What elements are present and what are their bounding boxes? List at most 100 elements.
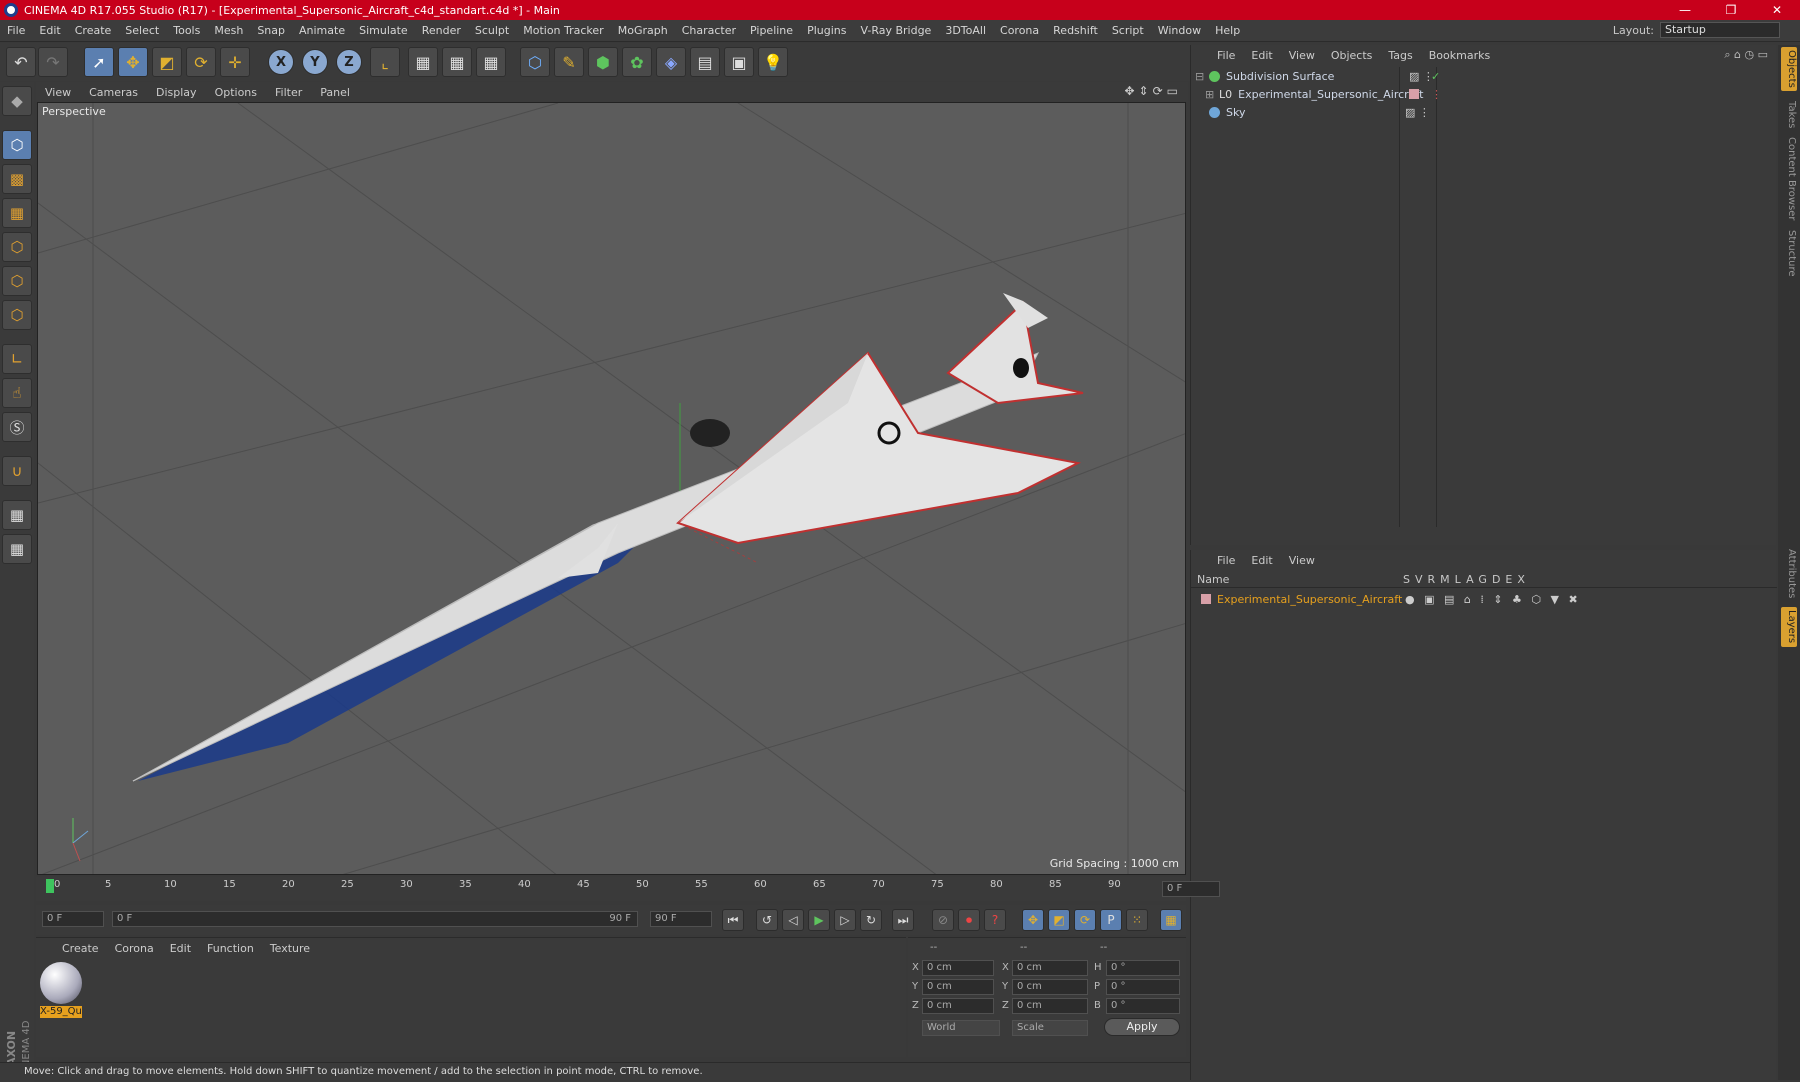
menu-pipeline[interactable]: Pipeline <box>743 24 800 37</box>
points-mode-icon[interactable]: ⬡ <box>2 232 32 262</box>
menu-help[interactable]: Help <box>1208 24 1247 37</box>
perspective-viewport[interactable]: Perspective Grid Spacing : 1000 cm <box>37 102 1186 875</box>
key-position-icon[interactable]: ✥ <box>1022 909 1044 931</box>
menu-mograph[interactable]: MoGraph <box>611 24 675 37</box>
x-axis-lock-icon[interactable]: X <box>268 49 294 75</box>
go-to-end-icon[interactable]: ⏭ <box>892 909 914 931</box>
mograph-cloner-icon[interactable]: ✿ <box>622 47 652 77</box>
menu-3dtoall[interactable]: 3DToAll <box>938 24 993 37</box>
record-keys-icon[interactable]: ⊘ <box>932 909 954 931</box>
next-key-icon[interactable]: ↻ <box>860 909 882 931</box>
obj-menu-bookmarks[interactable]: Bookmarks <box>1421 49 1498 62</box>
object-name[interactable]: Experimental_Supersonic_Aircraft <box>1238 88 1423 101</box>
texture-mode-icon[interactable]: ▩ <box>2 164 32 194</box>
menu-create[interactable]: Create <box>68 24 119 37</box>
tab-objects[interactable]: Objects <box>1781 47 1797 91</box>
expand-icon[interactable]: ⊞ <box>1205 88 1219 101</box>
size-x-field[interactable]: 0 cm <box>1012 960 1088 976</box>
object-row[interactable]: ⊟ Subdivision Surface ▨ ⋮ ✓ <box>1195 67 1775 85</box>
tab-layers[interactable]: Layers <box>1781 607 1797 647</box>
obj-search-icon[interactable]: ⌕ ⌂ ◷ ▭ <box>1724 48 1768 62</box>
object-visibility-toggle[interactable]: ▨ ⋮ <box>1405 106 1430 119</box>
make-editable-icon[interactable]: ◆ <box>2 86 32 116</box>
position-y-field[interactable]: 0 cm <box>922 979 994 995</box>
menu-sculpt[interactable]: Sculpt <box>468 24 516 37</box>
key-pla-icon[interactable]: ⁙ <box>1126 909 1148 931</box>
menu-redshift[interactable]: Redshift <box>1046 24 1105 37</box>
menu-select[interactable]: Select <box>118 24 166 37</box>
play-icon[interactable]: ▶ <box>808 909 830 931</box>
redo-icon[interactable]: ↷ <box>38 47 68 77</box>
maximize-button[interactable]: ❐ <box>1708 0 1754 20</box>
material-preview-sphere[interactable] <box>40 962 82 1004</box>
subdivision-surface-icon[interactable]: ⬢ <box>588 47 618 77</box>
apply-button[interactable]: Apply <box>1104 1018 1180 1036</box>
menu-tools[interactable]: Tools <box>166 24 207 37</box>
mat-menu-corona[interactable]: Corona <box>107 942 162 955</box>
object-row[interactable]: Sky ▨ ⋮ <box>1209 103 1775 121</box>
autokey-icon[interactable]: ⏺ <box>958 909 980 931</box>
edges-mode-icon[interactable]: ⬡ <box>2 266 32 296</box>
obj-menu-view[interactable]: View <box>1281 49 1323 62</box>
playhead[interactable] <box>46 879 54 893</box>
previous-key-icon[interactable]: ↺ <box>756 909 778 931</box>
obj-menu-tags[interactable]: Tags <box>1380 49 1420 62</box>
tab-takes[interactable]: Takes <box>1781 97 1797 133</box>
floor-object-icon[interactable]: ▤ <box>690 47 720 77</box>
viewport-menu-filter[interactable]: Filter <box>266 86 311 99</box>
layer-toggle-icons[interactable]: ● ▣ ▤ ⌂ ⁞ ⇕ ♣ ⬡ ▼ ✖ <box>1405 593 1581 606</box>
rotate-tool-icon[interactable]: ⟳ <box>186 47 216 77</box>
undo-icon[interactable]: ↶ <box>6 47 36 77</box>
object-name[interactable]: Sky <box>1226 106 1245 119</box>
scale-tool-icon[interactable]: ◩ <box>152 47 182 77</box>
rotation-b-field[interactable]: 0 ° <box>1106 998 1180 1014</box>
object-name[interactable]: Subdivision Surface <box>1226 70 1334 83</box>
start-frame-field[interactable]: 0 F <box>42 911 104 927</box>
grid-snap-icon[interactable]: ▦ <box>2 534 32 564</box>
menu-simulate[interactable]: Simulate <box>352 24 415 37</box>
tab-content-browser[interactable]: Content Browser <box>1781 137 1797 221</box>
layout-dropdown[interactable]: Startup <box>1660 22 1780 38</box>
workplane-mode-icon[interactable]: ▦ <box>2 198 32 228</box>
viewport-menu-cameras[interactable]: Cameras <box>80 86 147 99</box>
light-icon[interactable]: 💡 <box>758 47 788 77</box>
menu-edit[interactable]: Edit <box>32 24 67 37</box>
menu-script[interactable]: Script <box>1105 24 1151 37</box>
key-parameter-icon[interactable]: P <box>1100 909 1122 931</box>
mat-menu-texture[interactable]: Texture <box>262 942 318 955</box>
go-to-start-icon[interactable]: ⏮ <box>722 909 744 931</box>
end-frame-field[interactable]: 90 F <box>650 911 712 927</box>
position-x-field[interactable]: 0 cm <box>922 960 994 976</box>
timeline-window-icon[interactable]: ▦ <box>1160 909 1182 931</box>
model-mode-icon[interactable]: ⬡ <box>2 130 32 160</box>
spline-pen-icon[interactable]: ✎ <box>554 47 584 77</box>
viewport-menu-view[interactable]: View <box>36 86 80 99</box>
coordinate-system-icon[interactable]: ⌞ <box>370 47 400 77</box>
snap-magnet-icon[interactable]: ∪ <box>2 456 32 486</box>
obj-menu-objects[interactable]: Objects <box>1323 49 1381 62</box>
object-row[interactable]: ⊞ L0 Experimental_Supersonic_Aircraft ⋮ <box>1205 85 1775 103</box>
mat-menu-edit[interactable]: Edit <box>162 942 199 955</box>
size-y-field[interactable]: 0 cm <box>1012 979 1088 995</box>
timeline-ruler[interactable]: 0 5 10 15 20 25 30 35 40 45 50 55 60 65 … <box>36 877 1220 901</box>
key-scale-icon[interactable]: ◩ <box>1048 909 1070 931</box>
size-mode-dropdown[interactable]: Scale <box>1012 1020 1088 1036</box>
coordinate-system-dropdown[interactable]: World <box>922 1020 1000 1036</box>
previous-frame-icon[interactable]: ◁ <box>782 909 804 931</box>
tab-structure[interactable]: Structure <box>1781 227 1797 279</box>
render-view-icon[interactable]: ▦ <box>408 47 438 77</box>
collapse-icon[interactable]: ⊟ <box>1195 70 1209 83</box>
close-button[interactable]: ✕ <box>1754 0 1800 20</box>
axis-mode-icon[interactable]: ∟ <box>2 344 32 374</box>
obj-menu-file[interactable]: File <box>1209 49 1243 62</box>
rotation-p-field[interactable]: 0 ° <box>1106 979 1180 995</box>
camera-icon[interactable]: ▣ <box>724 47 754 77</box>
menu-corona[interactable]: Corona <box>993 24 1046 37</box>
menu-render[interactable]: Render <box>415 24 468 37</box>
menu-vray-bridge[interactable]: V-Ray Bridge <box>853 24 938 37</box>
render-settings-icon[interactable]: ▦ <box>476 47 506 77</box>
menu-mesh[interactable]: Mesh <box>207 24 250 37</box>
menu-file[interactable]: File <box>0 24 32 37</box>
menu-animate[interactable]: Animate <box>292 24 352 37</box>
menu-plugins[interactable]: Plugins <box>800 24 853 37</box>
